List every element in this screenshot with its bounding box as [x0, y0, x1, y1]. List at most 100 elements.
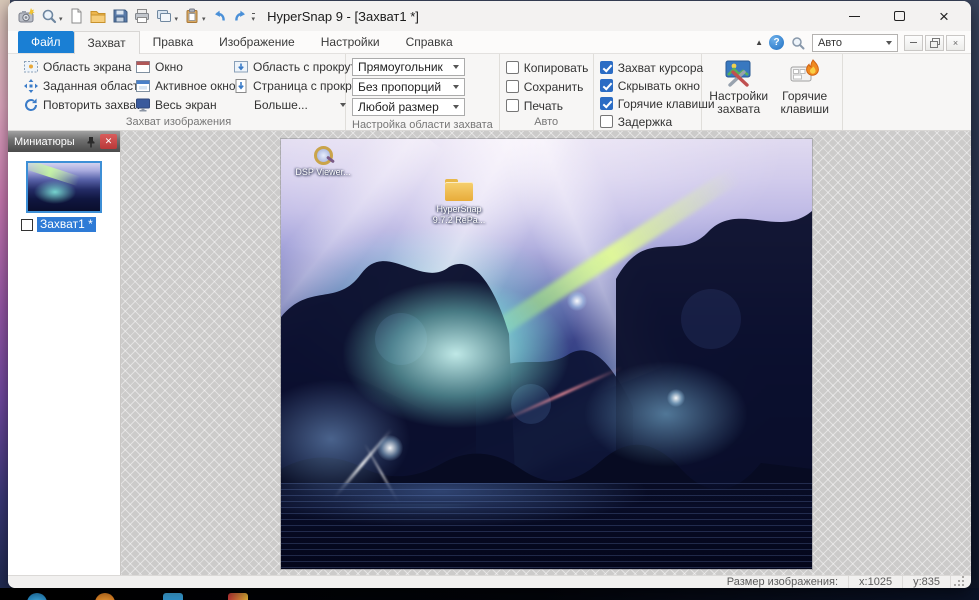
captured-desktop-icon-dsp-viewer: DSP Viewer...	[283, 145, 363, 178]
checkbox-copy[interactable]: Копировать	[506, 59, 589, 76]
mdi-restore-button[interactable]	[925, 35, 944, 51]
thumbnail-checkbox[interactable]	[21, 219, 33, 231]
main-content: Миниатюры ✕ Захват1 *	[8, 131, 971, 575]
size-combobox[interactable]: Любой размер	[352, 98, 465, 116]
maximize-button[interactable]	[890, 7, 908, 25]
thumbnail-label[interactable]: Захват1 *	[37, 217, 96, 232]
mdi-minimize-button[interactable]	[904, 35, 923, 51]
mdi-restore-icon	[930, 38, 939, 47]
checkbox-delay[interactable]: Задержка	[600, 113, 715, 130]
capture-settings-button[interactable]: Настройки захвата	[708, 57, 770, 116]
mdi-close-button[interactable]: ×	[946, 35, 965, 51]
windows-taskbar[interactable]	[0, 588, 979, 600]
checkbox-icon	[506, 80, 519, 93]
chevron-down-icon	[453, 65, 459, 69]
sparkle	[567, 291, 587, 311]
print-icon[interactable]	[132, 6, 153, 27]
close-icon: ×	[939, 8, 949, 25]
ribbon-tab-bar: Файл Захват Правка Изображение Настройки…	[8, 31, 971, 54]
image-width-value: x:1025	[848, 576, 902, 588]
window-icon	[135, 59, 151, 75]
new-document-icon[interactable]	[66, 6, 87, 27]
tab-image[interactable]: Изображение	[206, 31, 308, 53]
copy-to-dropdown-arrow[interactable]: ▾	[175, 15, 179, 23]
checkbox-icon	[506, 99, 519, 112]
group-label-capture: Захват изображения	[18, 115, 339, 130]
capture-scroll-region-button[interactable]: Область с прокруткой	[228, 57, 352, 76]
capture-repeat-button[interactable]: Повторить захват	[18, 95, 130, 114]
save-icon[interactable]	[110, 6, 131, 27]
checkbox-icon	[600, 97, 613, 110]
redo-icon[interactable]	[231, 6, 252, 27]
taskbar-app-icon[interactable]	[27, 593, 47, 600]
captured-image[interactable]: DSP Viewer... HyperSnap 9.7.2 RePa...	[281, 139, 812, 569]
group-region-settings: Прямоугольник Без пропорций Любой размер…	[346, 54, 500, 130]
checkbox-hotkeys[interactable]: Горячие клавиши	[600, 95, 715, 112]
qat-customize-icon[interactable]: ▾	[252, 13, 256, 23]
maximize-icon	[894, 11, 905, 21]
capture-screen-region-button[interactable]: Область экрана	[18, 57, 130, 76]
expand-arrows-icon	[23, 78, 39, 94]
taskbar-app-icon[interactable]	[95, 593, 115, 600]
tab-edit[interactable]: Правка	[140, 31, 207, 53]
panel-title: Миниатюры	[14, 136, 86, 148]
hotkeys-button[interactable]: Горячие клавиши	[774, 57, 836, 116]
capture-more-button[interactable]: Больше...	[228, 95, 352, 114]
checkbox-save[interactable]: Сохранить	[506, 78, 589, 95]
checkbox-icon	[506, 61, 519, 74]
capture-scroll-page-button[interactable]: Страница с прокруткой	[228, 76, 352, 95]
app-camera-icon[interactable]	[16, 6, 37, 27]
zoom-level-value: Авто	[818, 37, 842, 49]
capture-thumbnail[interactable]	[26, 161, 102, 213]
pin-icon[interactable]	[86, 136, 96, 148]
capture-window-button[interactable]: Окно	[130, 57, 228, 76]
panel-close-button[interactable]: ✕	[100, 134, 117, 149]
close-button[interactable]: ×	[935, 7, 953, 25]
monitor-icon	[135, 97, 151, 113]
ribbon-capture-tab-content: Область экрана Заданная область Повторит…	[8, 54, 971, 131]
tab-settings[interactable]: Настройки	[308, 31, 393, 53]
folder-icon	[444, 179, 474, 202]
collapse-ribbon-icon[interactable]: ▲	[755, 38, 763, 47]
thumbnails-panel-header: Миниатюры ✕	[8, 131, 120, 152]
water-reflection	[281, 483, 812, 569]
zoom-level-combobox[interactable]: Авто	[812, 34, 898, 52]
group-auto: Копировать Сохранить Печать Авто	[500, 54, 594, 130]
image-height-value: y:835	[902, 576, 950, 588]
checkbox-print[interactable]: Печать	[506, 97, 589, 114]
minimize-icon	[849, 16, 860, 17]
paste-clipboard-icon[interactable]	[181, 6, 202, 27]
tab-capture[interactable]: Захват	[74, 31, 140, 54]
active-window-icon	[135, 78, 151, 94]
capture-fixed-region-button[interactable]: Заданная область	[18, 76, 130, 95]
help-icon[interactable]: ?	[769, 35, 784, 50]
checkbox-icon	[600, 61, 613, 74]
capture-settings-icon	[723, 58, 755, 88]
tab-file[interactable]: Файл	[18, 31, 74, 53]
taskbar-app-icon[interactable]	[228, 593, 248, 600]
group-big-buttons: Настройки захвата Горячие клавиши	[702, 54, 843, 130]
undo-icon[interactable]	[209, 6, 230, 27]
tab-help[interactable]: Справка	[393, 31, 466, 53]
proportions-combobox[interactable]: Без пропорций	[352, 78, 465, 96]
magnifier-icon[interactable]	[790, 35, 806, 51]
paste-dropdown-arrow[interactable]: ▾	[202, 15, 206, 23]
zoom-dropdown-arrow[interactable]: ▾	[59, 15, 63, 23]
checkbox-capture-cursor[interactable]: Захват курсора	[600, 59, 715, 76]
taskbar-app-icon[interactable]	[163, 593, 183, 600]
scroll-region-icon	[233, 59, 249, 75]
capture-active-window-button[interactable]: Активное окно	[130, 76, 228, 95]
editor-canvas[interactable]: DSP Viewer... HyperSnap 9.7.2 RePa...	[121, 131, 971, 575]
sparkle	[667, 389, 685, 407]
shape-combobox[interactable]: Прямоугольник	[352, 58, 465, 76]
thumbnail-item[interactable]: Захват1 *	[8, 217, 120, 232]
group-label-big-buttons	[708, 116, 836, 130]
open-folder-icon[interactable]	[88, 6, 109, 27]
copy-to-icon[interactable]	[154, 6, 175, 27]
zoom-tool-icon[interactable]	[38, 6, 59, 27]
checkbox-hide-window[interactable]: Скрывать окно	[600, 77, 715, 94]
minimize-button[interactable]	[845, 7, 863, 25]
resize-grip[interactable]	[950, 576, 971, 588]
ribbon-empty-space	[843, 54, 971, 130]
capture-full-screen-button[interactable]: Весь экран	[130, 95, 228, 114]
